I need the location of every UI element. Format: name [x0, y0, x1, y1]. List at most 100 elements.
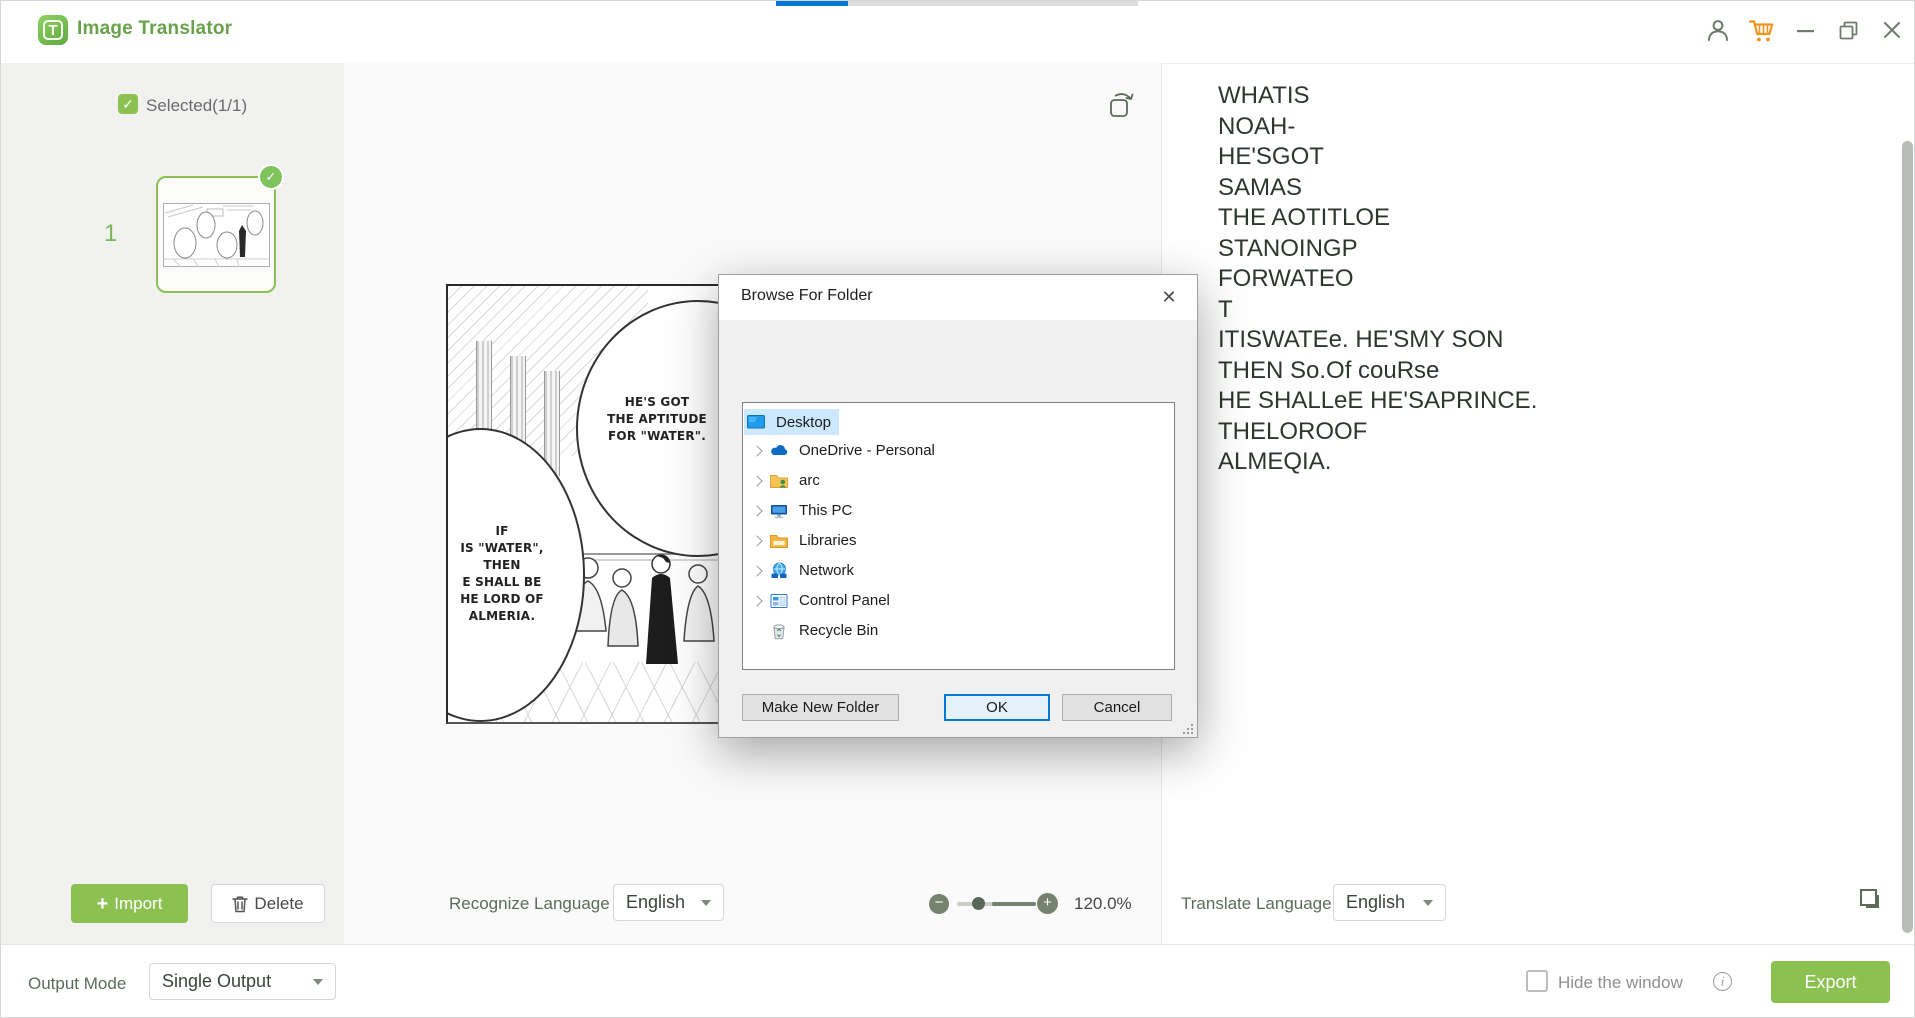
trash-icon [232, 895, 248, 913]
output-mode-select[interactable]: Single Output [149, 963, 336, 1000]
recognize-language-value: English [626, 892, 691, 913]
close-window-button[interactable] [1877, 15, 1907, 45]
right-panel-scrollbar[interactable] [1902, 141, 1913, 933]
translated-line: ITISWATEe. HE'SMY SON [1218, 325, 1878, 356]
tree-item-label: OneDrive - Personal [799, 442, 935, 459]
translated-line: STANOINGP [1218, 234, 1878, 265]
tree-item-network[interactable]: Network [743, 557, 1174, 587]
plus-icon: + [97, 894, 109, 914]
chevron-right-icon[interactable] [751, 535, 762, 546]
copy-text-icon[interactable] [1855, 885, 1883, 913]
image-thumbnail[interactable] [156, 176, 276, 293]
zoom-out-button[interactable]: − [929, 894, 949, 914]
header-bar: T Image Translator [1, 1, 1915, 64]
desktop-icon [746, 412, 766, 432]
thumbnail-preview-image [163, 203, 270, 267]
minimize-button[interactable] [1791, 15, 1821, 45]
hide-window-checkbox[interactable] [1526, 970, 1548, 992]
tree-item-label: Control Panel [799, 592, 890, 609]
tree-item-label: Desktop [776, 414, 831, 431]
tree-item-label: Libraries [799, 532, 857, 549]
chevron-right-icon[interactable] [751, 595, 762, 606]
translated-text-panel: WHATIS NOAH- HE'SGOT SAMAS THE AOTITLOE … [1218, 81, 1878, 478]
make-new-folder-button[interactable]: Make New Folder [742, 694, 899, 721]
tree-selection-highlight: Desktop [744, 409, 839, 435]
image-translator-window: T Image Translator ✓ Selected(1/1) 1 [0, 0, 1915, 1018]
translated-line: T [1218, 295, 1878, 326]
tree-item-arc[interactable]: arc [743, 467, 1174, 497]
delete-button[interactable]: Delete [211, 884, 325, 923]
info-icon[interactable]: i [1713, 972, 1732, 991]
translate-language-label: Translate Language [1181, 894, 1332, 914]
rotate-image-icon[interactable] [1106, 89, 1138, 121]
app-logo-icon: T [38, 15, 68, 45]
tree-item-onedrive[interactable]: OneDrive - Personal [743, 437, 1174, 467]
translated-line: NOAH- [1218, 112, 1878, 143]
tree-item-recycle-bin[interactable]: Recycle Bin [743, 617, 1174, 647]
translated-line: SAMAS [1218, 173, 1878, 204]
libraries-icon [769, 531, 789, 551]
folder-tree: Desktop OneDrive - Personal arc [742, 402, 1175, 670]
zoom-slider-track[interactable] [957, 902, 1036, 906]
this-pc-icon [769, 501, 789, 521]
recognize-language-label: Recognize Language [449, 894, 610, 914]
zoom-slider-fill [992, 902, 1036, 906]
tree-item-desktop[interactable]: Desktop [743, 407, 1174, 437]
translated-line: ALMEQIA. [1218, 447, 1878, 478]
zoom-slider-thumb[interactable] [972, 897, 985, 910]
shopping-cart-icon[interactable] [1746, 15, 1776, 45]
translated-line: THELOROOF [1218, 417, 1878, 448]
export-button-label: Export [1804, 972, 1856, 993]
app-title: Image Translator [77, 18, 232, 40]
user-folder-icon [769, 471, 789, 491]
tree-item-libraries[interactable]: Libraries [743, 527, 1174, 557]
translated-line: THE AOTITLOE [1218, 203, 1878, 234]
hide-window-label: Hide the window [1558, 973, 1683, 993]
restore-window-button[interactable] [1834, 15, 1864, 45]
user-account-icon[interactable] [1703, 15, 1733, 45]
chevron-right-icon[interactable] [751, 445, 762, 456]
thumbnail-number: 1 [104, 220, 117, 248]
manga-crowd [566, 536, 718, 676]
translated-line: THEN So.Of couRse [1218, 356, 1878, 387]
dialog-resize-grip[interactable] [1182, 722, 1194, 734]
delete-button-label: Delete [254, 894, 303, 914]
tree-item-this-pc[interactable]: This PC [743, 497, 1174, 527]
ok-button[interactable]: OK [944, 694, 1050, 721]
zoom-percentage: 120.0% [1074, 894, 1132, 914]
export-button[interactable]: Export [1771, 961, 1890, 1003]
speech-bubble-left-text: IF IS "WATER", THEN E SHALL BE HE LORD O… [446, 523, 562, 625]
dialog-close-button[interactable]: ✕ [1157, 285, 1181, 309]
tree-item-label: This PC [799, 502, 852, 519]
speech-bubble-right-text: HE'S GOT THE APTITUDE FOR "WATER". [596, 394, 718, 445]
cancel-button[interactable]: Cancel [1062, 694, 1172, 721]
chevron-down-icon [701, 900, 711, 906]
onedrive-icon [769, 441, 789, 461]
manga-image: IF IS "WATER", THEN E SHALL BE HE LORD O… [446, 284, 718, 724]
tree-item-control-panel[interactable]: Control Panel [743, 587, 1174, 617]
import-button[interactable]: + Import [71, 884, 188, 923]
chevron-right-icon[interactable] [751, 505, 762, 516]
translated-line: FORWATEO [1218, 264, 1878, 295]
recycle-bin-icon [769, 621, 789, 641]
output-mode-label: Output Mode [28, 974, 126, 994]
select-all-checkbox[interactable]: ✓ [118, 94, 138, 114]
control-panel-icon [769, 591, 789, 611]
translate-language-value: English [1346, 892, 1413, 913]
recognize-language-select[interactable]: English [613, 884, 724, 921]
zoom-in-button[interactable]: + [1037, 893, 1058, 914]
progress-bar [776, 1, 1138, 6]
chevron-down-icon [1423, 900, 1433, 906]
tree-item-label: Network [799, 562, 854, 579]
dialog-title: Browse For Folder [741, 287, 873, 305]
chevron-right-icon[interactable] [751, 475, 762, 486]
dialog-titlebar: Browse For Folder ✕ [719, 275, 1197, 320]
thumbnail-selected-badge: ✓ [258, 164, 284, 190]
logo-letter: T [38, 15, 68, 45]
translated-line: HE'SGOT [1218, 142, 1878, 173]
translate-language-select[interactable]: English [1333, 884, 1446, 921]
chevron-right-icon[interactable] [751, 565, 762, 576]
progress-bar-fill [776, 1, 848, 6]
chevron-down-icon [313, 979, 323, 985]
browse-for-folder-dialog: Browse For Folder ✕ Desktop OneDrive - P… [718, 274, 1198, 738]
